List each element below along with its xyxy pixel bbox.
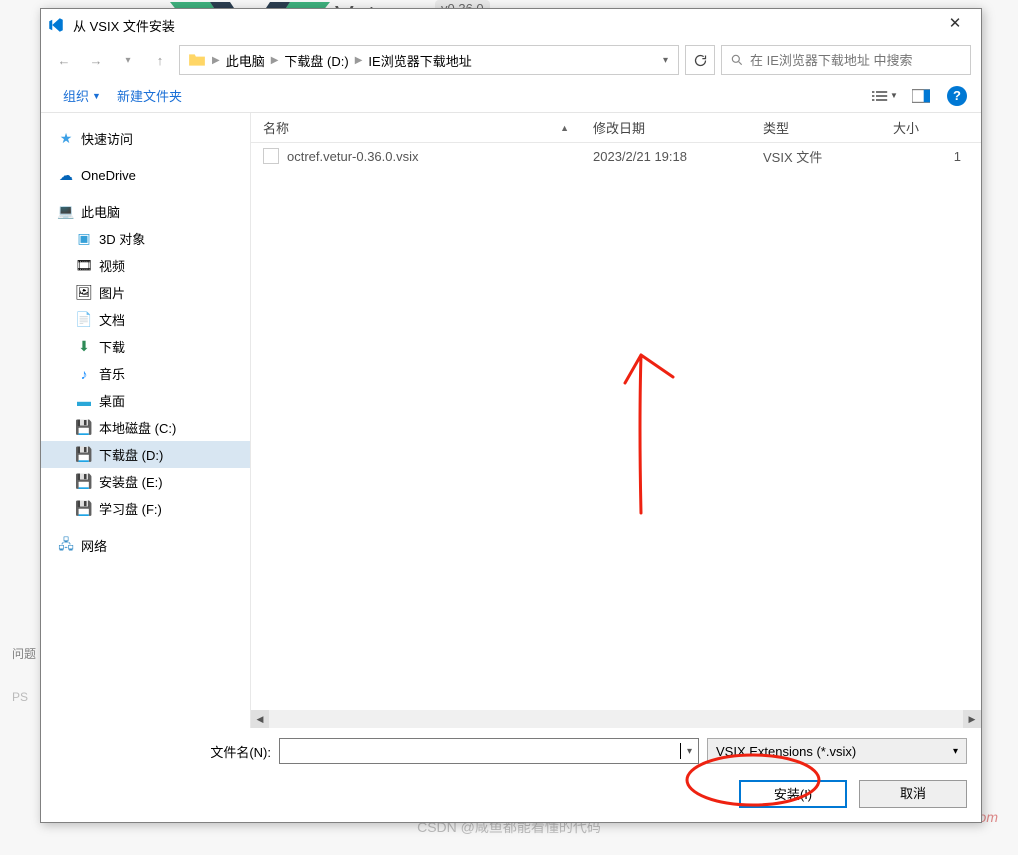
tree-thispc[interactable]: 💻此电脑 <box>41 198 250 225</box>
star-icon: ★ <box>57 130 75 148</box>
crumb-folder[interactable]: IE浏览器下载地址 <box>364 51 475 70</box>
filename-history-dropdown[interactable]: ▾ <box>681 746 692 757</box>
file-row[interactable]: octref.vetur-0.36.0.vsix 2023/2/21 19:18… <box>251 143 981 169</box>
cloud-icon: ☁ <box>57 166 75 184</box>
recent-dropdown[interactable]: ▾ <box>115 47 141 73</box>
bg-ps-prompt: PS <box>12 690 28 704</box>
newfolder-button[interactable]: 新建文件夹 <box>109 80 190 111</box>
dialog-bottom: 文件名(N): ▾ VSIX Extensions (*.vsix)▾ 安装(I… <box>41 728 981 822</box>
folder-icon <box>188 51 206 69</box>
view-options-button[interactable]: ▼ <box>867 83 903 109</box>
drive-icon: 💾 <box>75 446 93 464</box>
music-icon: ♪ <box>75 365 93 383</box>
search-icon <box>730 53 744 67</box>
picture-icon: 🖼 <box>75 284 93 302</box>
chevron-right-icon: ▶ <box>210 55 222 66</box>
dialog-title: 从 VSIX 文件安装 <box>73 16 935 35</box>
tree-drive-d[interactable]: 💾下载盘 (D:) <box>41 441 250 468</box>
filename-input[interactable]: ▾ <box>279 738 699 764</box>
chevron-right-icon: ▶ <box>269 55 281 66</box>
up-button[interactable]: ↑ <box>147 47 173 73</box>
tree-drive-e[interactable]: 💾安装盘 (E:) <box>41 468 250 495</box>
col-size[interactable]: 大小 <box>881 118 981 137</box>
cancel-button[interactable]: 取消 <box>859 780 967 808</box>
tree-documents[interactable]: 📄文档 <box>41 306 250 333</box>
preview-pane-button[interactable] <box>903 83 939 109</box>
chevron-right-icon: ▶ <box>353 55 365 66</box>
tree-drive-c[interactable]: 💾本地磁盘 (C:) <box>41 414 250 441</box>
file-date: 2023/2/21 19:18 <box>581 149 751 164</box>
file-size: 1 <box>881 149 981 164</box>
refresh-button[interactable] <box>685 45 715 75</box>
download-icon: ⬇ <box>75 338 93 356</box>
dialog-body: ★快速访问 ☁OneDrive 💻此电脑 ▣3D 对象 🎞视频 🖼图片 📄文档 … <box>41 113 981 728</box>
tree-pictures[interactable]: 🖼图片 <box>41 279 250 306</box>
titlebar: 从 VSIX 文件安装 ✕ <box>41 9 981 41</box>
help-button[interactable]: ? <box>947 86 967 106</box>
search-input[interactable] <box>750 53 962 68</box>
toolbar: 组织▼ 新建文件夹 ▼ ? <box>41 79 981 113</box>
tree-3d[interactable]: ▣3D 对象 <box>41 225 250 252</box>
tree-drive-f[interactable]: 💾学习盘 (F:) <box>41 495 250 522</box>
tree-videos[interactable]: 🎞视频 <box>41 252 250 279</box>
back-button[interactable]: ← <box>51 47 77 73</box>
tree-desktop[interactable]: ▬桌面 <box>41 387 250 414</box>
tree-network[interactable]: 🖧网络 <box>41 532 250 559</box>
nav-row: ← → ▾ ↑ ▶ 此电脑 ▶ 下载盘 (D:) ▶ IE浏览器下载地址 ▾ <box>41 41 981 79</box>
tree-quick-access[interactable]: ★快速访问 <box>41 125 250 152</box>
install-button[interactable]: 安装(I) <box>739 780 847 808</box>
file-columns-header: 名称▲ 修改日期 类型 大小 <box>251 113 981 143</box>
nav-tree: ★快速访问 ☁OneDrive 💻此电脑 ▣3D 对象 🎞视频 🖼图片 📄文档 … <box>41 113 251 728</box>
crumb-thispc[interactable]: 此电脑 <box>222 51 269 70</box>
cube-icon: ▣ <box>75 230 93 248</box>
file-name: octref.vetur-0.36.0.vsix <box>287 149 419 164</box>
breadcrumb-bar[interactable]: ▶ 此电脑 ▶ 下载盘 (D:) ▶ IE浏览器下载地址 ▾ <box>179 45 679 75</box>
file-type: VSIX 文件 <box>751 147 881 166</box>
file-icon <box>263 148 279 164</box>
vscode-icon <box>47 16 65 34</box>
close-button[interactable]: ✕ <box>935 11 975 39</box>
file-area: 名称▲ 修改日期 类型 大小 octref.vetur-0.36.0.vsix … <box>251 113 981 728</box>
crumb-drive-d[interactable]: 下载盘 (D:) <box>280 51 352 70</box>
network-icon: 🖧 <box>57 537 75 555</box>
pc-icon: 💻 <box>57 203 75 221</box>
col-type[interactable]: 类型 <box>751 118 881 137</box>
video-icon: 🎞 <box>75 257 93 275</box>
bg-problems-tab: 问题 <box>12 645 36 662</box>
horizontal-scrollbar[interactable]: ◀ ▶ <box>251 710 981 728</box>
forward-button: → <box>83 47 109 73</box>
breadcrumb-history-dropdown[interactable]: ▾ <box>657 55 674 66</box>
scroll-right-button[interactable]: ▶ <box>963 710 981 728</box>
file-dialog: 从 VSIX 文件安装 ✕ ← → ▾ ↑ ▶ 此电脑 ▶ 下载盘 (D:) ▶… <box>40 8 982 823</box>
annotation-arrow <box>611 343 701 523</box>
filetype-select[interactable]: VSIX Extensions (*.vsix)▾ <box>707 738 967 764</box>
drive-icon: 💾 <box>75 473 93 491</box>
drive-icon: 💾 <box>75 500 93 518</box>
desktop-icon: ▬ <box>75 392 93 410</box>
filename-label: 文件名(N): <box>210 742 271 761</box>
tree-music[interactable]: ♪音乐 <box>41 360 250 387</box>
tree-downloads[interactable]: ⬇下载 <box>41 333 250 360</box>
sort-asc-icon: ▲ <box>560 123 569 133</box>
drive-icon: 💾 <box>75 419 93 437</box>
search-box[interactable] <box>721 45 971 75</box>
organize-menu[interactable]: 组织▼ <box>55 80 109 111</box>
col-date[interactable]: 修改日期 <box>581 118 751 137</box>
col-name[interactable]: 名称▲ <box>251 118 581 137</box>
file-list[interactable]: octref.vetur-0.36.0.vsix 2023/2/21 19:18… <box>251 143 981 710</box>
refresh-icon <box>693 53 708 68</box>
tree-onedrive[interactable]: ☁OneDrive <box>41 162 250 188</box>
scroll-left-button[interactable]: ◀ <box>251 710 269 728</box>
document-icon: 📄 <box>75 311 93 329</box>
